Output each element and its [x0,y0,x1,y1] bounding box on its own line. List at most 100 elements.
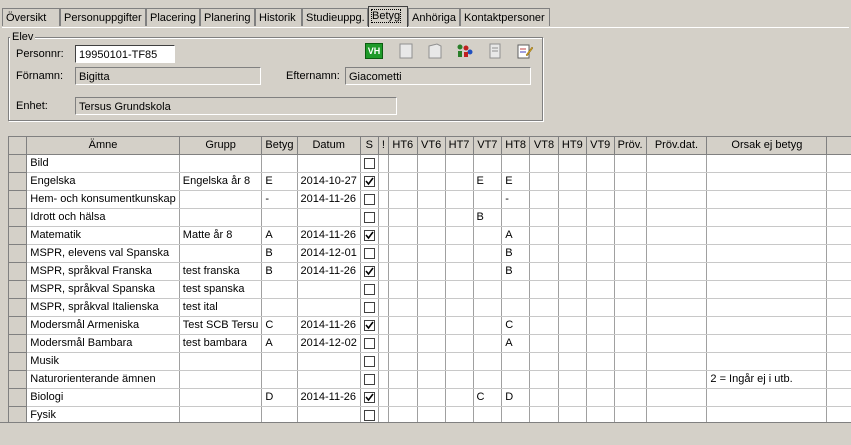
cell-betyg[interactable] [261,298,298,317]
cell-ht7[interactable] [445,280,474,299]
cell-ht6[interactable] [388,298,418,317]
cell-vt8[interactable] [529,388,559,407]
cell-vt6[interactable] [417,316,446,335]
cell-vt7[interactable] [473,334,503,353]
cell-vt8[interactable] [529,298,559,317]
tab-planering[interactable]: Planering [200,8,255,26]
cell-vt8[interactable] [529,262,559,281]
row-selector[interactable] [9,316,28,335]
cell-s[interactable] [360,154,379,173]
cell-extra[interactable] [826,370,851,389]
cell-excl[interactable] [378,406,389,423]
cell-amne[interactable]: Matematik [26,226,180,245]
cell-vt8[interactable] [529,370,559,389]
cell-betyg[interactable]: D [261,388,298,407]
cell-prov[interactable] [614,244,647,263]
cell-vt7[interactable] [473,226,503,245]
cell-ht8[interactable] [501,370,531,389]
cell-orsak[interactable] [706,280,828,299]
cell-provdat[interactable] [646,154,708,173]
cell-vt6[interactable] [417,334,446,353]
cell-s[interactable] [360,262,379,281]
cell-betyg[interactable]: B [261,244,298,263]
cell-betyg[interactable]: C [261,316,298,335]
cell-ht9[interactable] [558,370,587,389]
cell-grupp[interactable] [179,370,263,389]
cell-ht8[interactable]: A [501,226,531,245]
col-header-prov[interactable]: Pröv. [614,137,647,155]
col-header-ht6[interactable]: HT6 [388,137,418,155]
cell-prov[interactable] [614,370,647,389]
cell-vt7[interactable] [473,316,503,335]
cell-extra[interactable] [826,316,851,335]
cell-vt7[interactable] [473,190,503,209]
cell-extra[interactable] [826,262,851,281]
cell-ht9[interactable] [558,352,587,371]
table-row[interactable]: MSPR, språkval Italienska test ital [9,298,851,317]
cell-orsak[interactable] [706,262,828,281]
cell-excl[interactable] [378,154,389,173]
cell-excl[interactable] [378,190,389,209]
cell-grupp[interactable]: test bambara [179,334,263,353]
cell-datum[interactable] [297,154,361,173]
cell-vt6[interactable] [417,352,446,371]
cell-s[interactable] [360,352,379,371]
cell-datum[interactable]: 2014-11-26 [297,388,361,407]
cell-vt6[interactable] [417,280,446,299]
cell-amne[interactable]: Naturorienterande ämnen [26,370,180,389]
tab-betyg[interactable]: Betyg [368,6,408,27]
cell-vt8[interactable] [529,208,559,227]
checkbox-checked[interactable] [363,391,375,403]
checkbox-unchecked[interactable] [363,337,375,349]
cell-betyg[interactable] [261,352,298,371]
cell-excl[interactable] [378,172,389,191]
cell-s[interactable] [360,280,379,299]
tab-historik[interactable]: Historik [255,8,302,26]
cell-vt6[interactable] [417,298,446,317]
grades-grid[interactable]: Ämne Grupp Betyg Datum S ! HT6 VT6 HT7 V… [8,136,851,423]
cell-extra[interactable] [826,208,851,227]
col-header-ht8[interactable]: HT8 [501,137,531,155]
cell-prov[interactable] [614,298,647,317]
cell-ht7[interactable] [445,262,474,281]
cell-excl[interactable] [378,352,389,371]
cell-extra[interactable] [826,172,851,191]
cell-ht6[interactable] [388,370,418,389]
cell-ht6[interactable] [388,406,418,423]
cell-ht8[interactable]: A [501,334,531,353]
cell-grupp[interactable]: Test SCB Tersu [179,316,263,335]
table-row[interactable]: Modersmål Armeniska Test SCB Tersu C 2014-1… [9,316,851,335]
cell-provdat[interactable] [646,244,708,263]
cell-betyg[interactable]: A [261,334,298,353]
cell-excl[interactable] [378,388,389,407]
cell-amne[interactable]: Biologi [26,388,180,407]
cell-prov[interactable] [614,388,647,407]
cell-s[interactable] [360,172,379,191]
tab-personuppgifter[interactable]: Personuppgifter [60,8,146,26]
cell-vt6[interactable] [417,190,446,209]
cell-s[interactable] [360,388,379,407]
cell-vt8[interactable] [529,334,559,353]
cell-vt9[interactable] [586,334,615,353]
cell-ht7[interactable] [445,208,474,227]
cell-prov[interactable] [614,190,647,209]
cell-vt9[interactable] [586,208,615,227]
cell-grupp[interactable]: Matte år 8 [179,226,263,245]
cell-amne[interactable]: Musik [26,352,180,371]
cell-ht6[interactable] [388,244,418,263]
cell-vt7[interactable] [473,298,503,317]
cell-vt6[interactable] [417,262,446,281]
col-header-ht7[interactable]: HT7 [445,137,474,155]
cell-excl[interactable] [378,280,389,299]
cell-ht6[interactable] [388,190,418,209]
cell-betyg[interactable]: A [261,226,298,245]
cell-ht9[interactable] [558,172,587,191]
cell-vt8[interactable] [529,406,559,423]
cell-ht8[interactable]: - [501,190,531,209]
checkbox-checked[interactable] [363,175,375,187]
col-header-grupp[interactable]: Grupp [179,137,263,155]
cell-s[interactable] [360,334,379,353]
cell-s[interactable] [360,316,379,335]
tab-placering[interactable]: Placering [146,8,200,26]
cell-orsak[interactable] [706,406,828,423]
